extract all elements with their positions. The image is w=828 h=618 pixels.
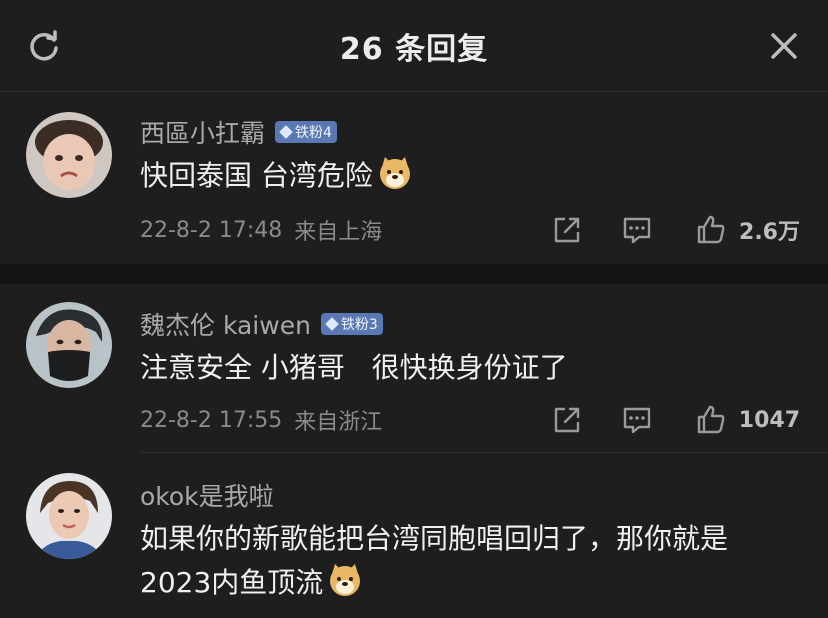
comment-meta: 22-8-2 17:55 来自浙江 1047: [140, 400, 800, 440]
thumbs-up-icon: [693, 212, 729, 248]
share-icon[interactable]: [549, 402, 585, 438]
comment-icon[interactable]: [619, 402, 655, 438]
location: 来自上海: [294, 220, 383, 245]
username-row: 西區小扛霸 铁粉4: [140, 114, 337, 150]
comment-text-body: 注意安全 小猪哥 很快换身份证了: [140, 351, 568, 384]
username[interactable]: okok是我啦: [140, 477, 274, 513]
comment-text: 如果你的新歌能把台湾同胞唱回归了，那你就是 2023内鱼顶流: [140, 517, 788, 605]
comment-text: 快回泰国 台湾危险: [140, 154, 788, 198]
replies-panel: 26 条回复 西區小扛霸 铁粉4 快回泰国 台湾危险 22-8-2 17:48 …: [0, 0, 828, 618]
comment-actions: 1047: [549, 402, 800, 438]
username-row: 魏杰伦 kaiwen 铁粉3: [140, 306, 383, 342]
doge-emoji: [327, 562, 363, 598]
share-icon[interactable]: [549, 212, 585, 248]
fan-badge: 铁粉4: [275, 121, 337, 143]
like-button[interactable]: 2.6万: [693, 212, 800, 248]
username[interactable]: 魏杰伦 kaiwen: [140, 306, 311, 342]
comment-text-line: 如果你的新歌能把台湾同胞唱回归了，那你就是: [140, 522, 729, 555]
comment-icon[interactable]: [619, 212, 655, 248]
location: 来自浙江: [294, 410, 383, 435]
like-count: 1047: [738, 407, 800, 433]
comment-actions: 2.6万: [549, 212, 800, 248]
comment-text-line-2-body: 2023内鱼顶流: [140, 566, 324, 599]
comment-item: 魏杰伦 kaiwen 铁粉3 注意安全 小猪哥 很快换身份证了 22-8-2 1…: [0, 284, 828, 452]
badge-label: 铁粉3: [340, 317, 378, 333]
comment-item: okok是我啦 如果你的新歌能把台湾同胞唱回归了，那你就是 2023内鱼顶流: [0, 453, 828, 618]
thumbs-up-icon: [693, 402, 729, 438]
panel-header: 26 条回复: [0, 0, 828, 92]
comment-text: 注意安全 小猪哥 很快换身份证了: [140, 346, 788, 390]
comment-meta: 22-8-2 17:48 来自上海 2.6万: [140, 210, 800, 250]
avatar[interactable]: [26, 473, 112, 559]
avatar[interactable]: [26, 112, 112, 198]
timestamp: 22-8-2 17:48: [140, 217, 283, 243]
timestamp: 22-8-2 17:55: [140, 407, 283, 433]
close-icon[interactable]: [764, 26, 804, 66]
like-button[interactable]: 1047: [693, 402, 800, 438]
refresh-icon[interactable]: [24, 26, 64, 66]
doge-emoji: [377, 155, 413, 191]
diamond-icon: [279, 125, 293, 139]
username-row: okok是我啦: [140, 477, 274, 513]
fan-badge: 铁粉3: [320, 313, 383, 335]
comment-item: 西區小扛霸 铁粉4 快回泰国 台湾危险 22-8-2 17:48 来自上海 2.…: [0, 94, 828, 264]
avatar[interactable]: [26, 302, 112, 388]
comment-text-body: 快回泰国 台湾危险: [140, 159, 373, 192]
like-count: 2.6万: [739, 220, 800, 245]
diamond-icon: [325, 317, 339, 331]
page-title: 26 条回复: [339, 31, 489, 67]
username[interactable]: 西區小扛霸: [140, 114, 265, 150]
badge-label: 铁粉4: [295, 125, 332, 141]
comment-text-line-2: 2023内鱼顶流: [140, 561, 788, 605]
section-separator: [0, 264, 828, 284]
